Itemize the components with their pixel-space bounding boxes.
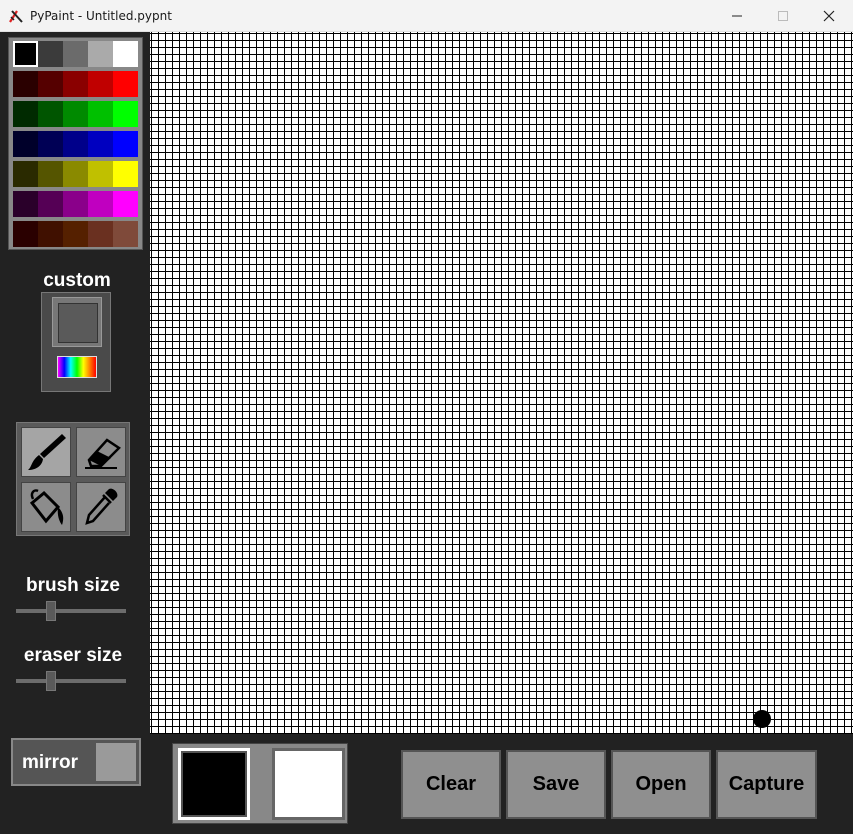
custom-color-label: custom bbox=[43, 270, 111, 291]
active-colors bbox=[172, 743, 348, 824]
color-swatch[interactable] bbox=[38, 161, 63, 187]
eraser-tool-button[interactable] bbox=[76, 427, 126, 477]
color-swatch[interactable] bbox=[113, 161, 138, 187]
open-button[interactable]: Open bbox=[611, 750, 711, 819]
color-swatch[interactable] bbox=[13, 71, 38, 97]
capture-button[interactable]: Capture bbox=[716, 750, 817, 819]
eraser-size-slider[interactable] bbox=[16, 671, 126, 691]
color-swatch[interactable] bbox=[13, 41, 38, 67]
eyedropper-tool-button[interactable] bbox=[76, 482, 126, 532]
color-swatch[interactable] bbox=[13, 101, 38, 127]
color-swatch[interactable] bbox=[63, 161, 88, 187]
color-swatch[interactable] bbox=[63, 221, 88, 247]
color-swatch[interactable] bbox=[13, 221, 38, 247]
custom-color-swatch[interactable] bbox=[52, 297, 102, 347]
app-icon bbox=[9, 10, 23, 23]
window-title: PyPaint - Untitled.pypnt bbox=[30, 9, 172, 23]
fill-tool-button[interactable] bbox=[21, 482, 71, 532]
palette-row bbox=[13, 161, 139, 187]
color-swatch[interactable] bbox=[88, 101, 113, 127]
eraser-size-slider-thumb[interactable] bbox=[46, 671, 56, 691]
save-button[interactable]: Save bbox=[506, 750, 606, 819]
primary-color-swatch[interactable] bbox=[178, 748, 250, 820]
color-swatch[interactable] bbox=[13, 191, 38, 217]
color-swatch[interactable] bbox=[13, 161, 38, 187]
mirror-toggle[interactable] bbox=[96, 743, 136, 781]
eraser-icon bbox=[85, 438, 121, 469]
minimize-button[interactable] bbox=[714, 0, 760, 32]
color-swatch[interactable] bbox=[88, 41, 113, 67]
paint-bucket-icon bbox=[29, 489, 64, 525]
color-swatch[interactable] bbox=[38, 191, 63, 217]
color-swatch[interactable] bbox=[38, 101, 63, 127]
color-swatch[interactable] bbox=[38, 221, 63, 247]
palette-row bbox=[13, 221, 139, 247]
custom-color-panel bbox=[41, 292, 111, 392]
eraser-size-label: eraser size bbox=[23, 645, 123, 666]
palette-row bbox=[13, 191, 139, 217]
color-swatch[interactable] bbox=[63, 191, 88, 217]
color-swatch[interactable] bbox=[113, 101, 138, 127]
palette-row bbox=[13, 131, 139, 157]
drawing-canvas[interactable] bbox=[150, 32, 853, 734]
palette-row bbox=[13, 101, 139, 127]
color-swatch[interactable] bbox=[38, 71, 63, 97]
color-swatch[interactable] bbox=[63, 71, 88, 97]
brush-tool-button[interactable] bbox=[21, 427, 71, 477]
brush-size-slider[interactable] bbox=[16, 601, 126, 621]
color-swatch[interactable] bbox=[13, 131, 38, 157]
color-picker-icon[interactable] bbox=[57, 356, 97, 378]
close-button[interactable] bbox=[806, 0, 852, 32]
color-swatch[interactable] bbox=[63, 131, 88, 157]
mirror-label: mirror bbox=[22, 752, 78, 773]
brush-size-label: brush size bbox=[26, 575, 120, 596]
color-swatch[interactable] bbox=[113, 41, 138, 67]
color-swatch[interactable] bbox=[88, 191, 113, 217]
minimize-icon bbox=[732, 15, 742, 17]
maximize-icon bbox=[778, 11, 788, 21]
color-swatch[interactable] bbox=[38, 41, 63, 67]
brush-cursor bbox=[753, 710, 771, 728]
brush-size-slider-thumb[interactable] bbox=[46, 601, 56, 621]
color-swatch[interactable] bbox=[113, 221, 138, 247]
clear-button[interactable]: Clear bbox=[401, 750, 501, 819]
mirror-toggle-panel: mirror bbox=[11, 738, 141, 786]
color-swatch[interactable] bbox=[88, 71, 113, 97]
paintbrush-icon bbox=[28, 434, 66, 470]
palette-row bbox=[13, 41, 139, 67]
color-swatch[interactable] bbox=[88, 161, 113, 187]
secondary-color-swatch[interactable] bbox=[272, 748, 345, 820]
color-swatch[interactable] bbox=[88, 131, 113, 157]
color-swatch[interactable] bbox=[63, 101, 88, 127]
color-swatch[interactable] bbox=[113, 131, 138, 157]
color-palette bbox=[8, 37, 143, 250]
color-swatch[interactable] bbox=[88, 221, 113, 247]
title-bar: PyPaint - Untitled.pypnt bbox=[0, 0, 853, 32]
color-swatch[interactable] bbox=[113, 191, 138, 217]
tool-panel bbox=[16, 422, 130, 536]
color-swatch[interactable] bbox=[63, 41, 88, 67]
custom-color-preview bbox=[58, 303, 98, 343]
color-swatch[interactable] bbox=[113, 71, 138, 97]
palette-row bbox=[13, 71, 139, 97]
maximize-button[interactable] bbox=[760, 0, 806, 32]
color-swatch[interactable] bbox=[38, 131, 63, 157]
eyedropper-icon bbox=[85, 488, 118, 525]
close-icon bbox=[823, 10, 835, 22]
